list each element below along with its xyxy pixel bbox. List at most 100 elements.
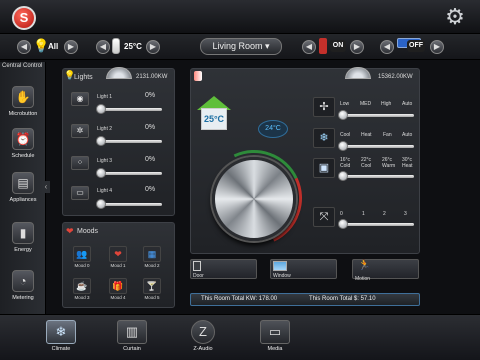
heart-icon: ❤: [66, 226, 74, 236]
alarm-clock-icon: ⏰: [12, 128, 34, 150]
swing-icon: ⤧: [313, 207, 335, 227]
set-temp-bubble: 24°C: [258, 120, 288, 138]
chandelier-icon: ✲: [71, 124, 89, 138]
slider-knob[interactable]: [338, 141, 348, 151]
light-slider[interactable]: [98, 108, 162, 111]
tab-z-audio[interactable]: Z Z-Audio: [186, 320, 220, 352]
lights-title: Lights: [74, 74, 93, 81]
sidebar-item-microbutton[interactable]: ✋ Microbutton: [6, 86, 40, 128]
mode-cool: Cool: [340, 132, 351, 138]
meter-icon: ◔: [12, 270, 34, 292]
temp-down-icon[interactable]: ◀: [96, 40, 110, 54]
mood-button[interactable]: 🎁 Mood 4: [107, 278, 129, 300]
tab-label: Climate: [51, 346, 71, 352]
mood-label: Mood 1: [110, 263, 126, 268]
mood-button[interactable]: ❤ Mood 1: [107, 246, 129, 268]
gift-icon: 🎁: [109, 278, 127, 294]
app-logo[interactable]: S: [12, 6, 36, 30]
tab-climate[interactable]: ❄ Climate: [44, 320, 78, 352]
display-prev-icon[interactable]: ◀: [380, 40, 394, 54]
mode-slider[interactable]: [340, 145, 414, 148]
running-person-icon: 🏃: [358, 260, 371, 271]
display-next-icon[interactable]: ▶: [430, 40, 444, 54]
appliance-icon: ▤: [12, 172, 34, 194]
fan-speed-med: MED: [360, 101, 372, 107]
light-slider[interactable]: [98, 203, 162, 206]
preset-slider[interactable]: [340, 175, 414, 178]
swing-slider[interactable]: [340, 223, 414, 226]
door-icon: [193, 261, 201, 271]
light-name: Light 4: [97, 188, 113, 194]
moods-title: Moods: [77, 228, 99, 235]
sidebar-item-label: Metering: [12, 295, 34, 301]
slider-knob[interactable]: [96, 199, 106, 209]
outdoor-temp: 25°C: [201, 108, 227, 130]
preset-cool: 22°c Cool: [361, 157, 372, 169]
room-total-cost: This Room Total $: 57.10: [309, 296, 376, 302]
light-name: Light 3: [97, 158, 113, 164]
tab-curtain[interactable]: ▥ Curtain: [115, 320, 149, 352]
thermometer-icon: [112, 38, 120, 54]
power-status: ON: [330, 40, 346, 52]
slider-knob[interactable]: [338, 219, 348, 229]
light-value: 0%: [145, 186, 156, 193]
mood-button[interactable]: 🍸 Mood 5: [141, 278, 163, 300]
light-slider[interactable]: [98, 140, 162, 143]
prev-arrow-icon[interactable]: ◀: [17, 40, 31, 54]
tab-media[interactable]: ▭ Media: [258, 320, 292, 352]
sidebar-item-metering[interactable]: ◔ Metering: [6, 270, 40, 312]
temperature-knob[interactable]: [212, 157, 296, 241]
next-arrow-icon[interactable]: ▶: [64, 40, 78, 54]
top-bar: [0, 0, 480, 34]
strip-light-icon: ▭: [71, 186, 89, 200]
battery-icon: ▮: [12, 222, 34, 244]
thermostat-icon: ▣: [313, 158, 335, 178]
thermometer-icon: [194, 71, 202, 81]
sidebar-item-label: Energy: [14, 247, 32, 253]
fan-speed-high: High: [381, 101, 392, 107]
power-prev-icon[interactable]: ◀: [302, 40, 316, 54]
room-summary: This Room Total KW: 178.00 This Room Tot…: [190, 293, 420, 306]
sidebar-item-schedule[interactable]: ⏰ Schedule: [6, 128, 40, 170]
mood-label: Mood 5: [144, 295, 160, 300]
people-icon: 👥: [73, 246, 91, 262]
display-status: OFF: [407, 40, 425, 52]
light-value: 0%: [145, 124, 156, 131]
sidebar-title: Central Control: [2, 63, 43, 69]
sidebar-item-energy[interactable]: ▮ Energy: [6, 222, 40, 264]
sidebar-collapse-icon[interactable]: ‹: [42, 181, 50, 193]
mood-button[interactable]: ▦ Mood 2: [141, 246, 163, 268]
light-all-label: All: [48, 42, 59, 51]
mood-label: Mood 2: [144, 263, 160, 268]
window-label: Window: [273, 273, 291, 279]
snowflake-icon: ❄: [313, 128, 335, 148]
gear-icon[interactable]: ⚙: [444, 6, 466, 28]
slider-knob[interactable]: [96, 168, 106, 178]
tab-label: Z-Audio: [193, 346, 213, 352]
slider-knob[interactable]: [96, 136, 106, 146]
temp-label: 25°C: [124, 42, 142, 51]
microbutton-icon: ✋: [12, 86, 34, 108]
slider-knob[interactable]: [338, 110, 348, 120]
slider-knob[interactable]: [96, 104, 106, 114]
mood-button[interactable]: 👥 Mood 0: [71, 246, 93, 268]
lights-kw: 2131.00KW: [136, 74, 168, 80]
mood-label: Mood 4: [110, 295, 126, 300]
light-value: 0%: [145, 92, 156, 99]
room-select[interactable]: Living Room ▾: [200, 38, 282, 55]
slider-knob[interactable]: [338, 171, 348, 181]
light-name: Light 1: [97, 94, 113, 100]
preset-warm: 26°c Warm: [382, 157, 396, 169]
swing-3: 3: [404, 211, 407, 217]
fan-speed-slider[interactable]: [340, 114, 414, 117]
sidebar-item-appliances[interactable]: ▤ Appliances: [6, 172, 40, 214]
fan-speed-auto: Auto: [402, 101, 413, 107]
fan-speed-low: Low: [340, 101, 350, 107]
power-next-icon[interactable]: ▶: [350, 40, 364, 54]
light-slider[interactable]: [98, 172, 162, 175]
swing-0: 0: [340, 211, 343, 217]
temp-up-icon[interactable]: ▶: [146, 40, 160, 54]
climate-kw: 15362.00KW: [378, 74, 413, 80]
sidebar-item-label: Schedule: [11, 153, 35, 159]
mood-button[interactable]: ☕ Mood 3: [71, 278, 93, 300]
